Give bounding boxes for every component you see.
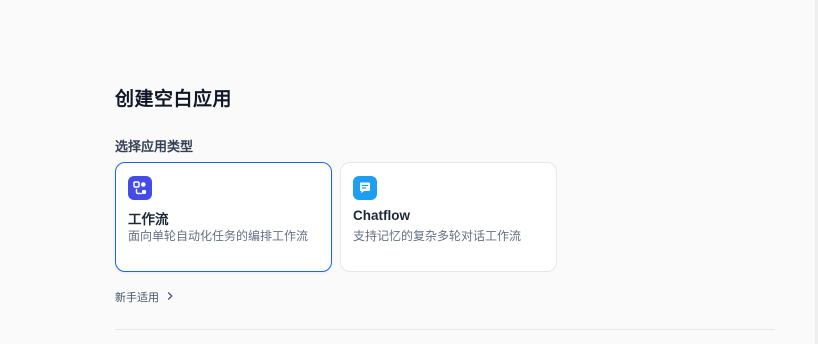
app-type-section-label: 选择应用类型 <box>115 139 194 154</box>
workflow-icon <box>128 176 152 200</box>
card-description: 支持记忆的复杂多轮对话工作流 <box>353 229 522 243</box>
card-title: Chatflow <box>353 208 410 223</box>
starter-link[interactable]: 新手适用 <box>115 289 175 305</box>
chatflow-icon <box>353 176 377 200</box>
card-description: 面向单轮自动化任务的编排工作流 <box>128 229 309 243</box>
app-type-card-workflow[interactable]: 工作流 面向单轮自动化任务的编排工作流 <box>115 162 332 272</box>
page-title: 创建空白应用 <box>115 89 233 110</box>
chevron-right-icon <box>165 291 175 304</box>
card-title: 工作流 <box>128 212 169 227</box>
starter-link-label: 新手适用 <box>115 292 159 304</box>
divider <box>115 329 775 330</box>
app-type-card-chatflow[interactable]: Chatflow 支持记忆的复杂多轮对话工作流 <box>340 162 557 272</box>
